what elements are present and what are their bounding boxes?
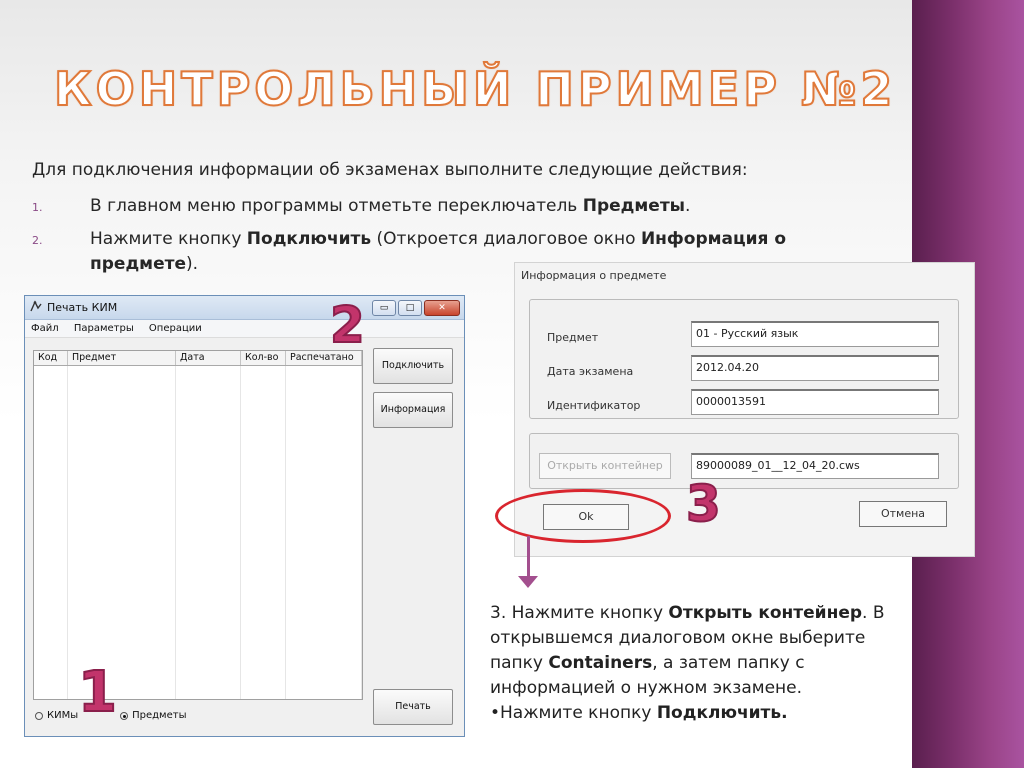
window-menubar: Файл Параметры Операции bbox=[25, 320, 464, 338]
radio-kims-label: КИМы bbox=[47, 710, 79, 721]
col-subject[interactable]: Предмет bbox=[68, 351, 176, 365]
print-button[interactable]: Печать bbox=[373, 689, 453, 725]
pointer-arrow-line bbox=[527, 536, 530, 580]
arrow-down-icon bbox=[518, 576, 538, 588]
radio-subjects[interactable]: Предметы bbox=[120, 710, 186, 721]
subject-field[interactable]: 01 - Русский язык bbox=[691, 321, 939, 347]
radio-kims-indicator bbox=[35, 711, 43, 720]
col-date[interactable]: Дата bbox=[176, 351, 241, 365]
menu-params[interactable]: Параметры bbox=[74, 323, 134, 334]
step-text: . bbox=[685, 196, 691, 216]
identifier-field[interactable]: 0000013591 bbox=[691, 389, 939, 415]
highlight-ellipse bbox=[495, 489, 671, 543]
step-bold: Подключить bbox=[246, 229, 372, 249]
step-bold: Containers bbox=[548, 653, 653, 673]
marker-one: 1 bbox=[77, 659, 118, 726]
step-text: Нажмите кнопку bbox=[90, 229, 247, 249]
dialog-title: Информация о предмете bbox=[521, 269, 667, 282]
step-bold: Предметы bbox=[582, 196, 686, 216]
maximize-button[interactable]: □ bbox=[398, 300, 422, 316]
window-titlebar: Печать КИМ ▭ □ ✕ bbox=[25, 296, 464, 320]
slide-title: КОНТРОЛЬНЫЙ ПРИМЕР №2 bbox=[53, 61, 897, 117]
close-button[interactable]: ✕ bbox=[424, 300, 460, 316]
step-text: •Нажмите кнопку bbox=[490, 703, 657, 723]
step-bold: Открыть контейнер bbox=[668, 603, 863, 623]
info-button[interactable]: Информация bbox=[373, 392, 453, 428]
step-text: ). bbox=[185, 254, 199, 274]
radio-kims[interactable]: КИМы bbox=[35, 710, 78, 721]
intro-text: Для подключения информации об экзаменах … bbox=[32, 160, 748, 180]
radio-subjects-label: Предметы bbox=[132, 710, 187, 721]
container-path-field[interactable]: 89000089_01__12_04_20.cws bbox=[691, 453, 939, 479]
step-3-text: 3. Нажмите кнопку Открыть контейнер. В о… bbox=[490, 601, 910, 726]
step-text: В главном меню программы отметьте перекл… bbox=[90, 196, 583, 216]
menu-file[interactable]: Файл bbox=[31, 323, 59, 334]
window-title: Печать КИМ bbox=[47, 301, 118, 314]
step-text: 3. Нажмите кнопку bbox=[490, 603, 669, 623]
open-container-button[interactable]: Открыть контейнер bbox=[539, 453, 671, 479]
exam-table[interactable]: Код Предмет Дата Кол-во Распечатано bbox=[33, 350, 363, 700]
marker-two: 2 bbox=[329, 295, 366, 355]
step-text: (Откроется диалоговое окно bbox=[371, 229, 641, 249]
exam-date-field[interactable]: 2012.04.20 bbox=[691, 355, 939, 381]
step-number: 2. bbox=[32, 234, 43, 247]
menu-operations[interactable]: Операции bbox=[149, 323, 202, 334]
cancel-button[interactable]: Отмена bbox=[859, 501, 947, 527]
exam-date-label: Дата экзамена bbox=[547, 365, 634, 378]
marker-three: 3 bbox=[685, 474, 722, 534]
minimize-button[interactable]: ▭ bbox=[372, 300, 396, 316]
col-count[interactable]: Кол-во bbox=[241, 351, 286, 365]
identifier-label: Идентификатор bbox=[547, 399, 641, 412]
col-code[interactable]: Код bbox=[34, 351, 68, 365]
step-bold: Подключить. bbox=[656, 703, 788, 723]
step-1: 1. В главном меню программы отметьте пер… bbox=[32, 194, 892, 219]
table-body bbox=[34, 366, 362, 699]
table-header: Код Предмет Дата Кол-во Распечатано bbox=[34, 351, 362, 366]
subject-label: Предмет bbox=[547, 331, 599, 344]
step-number: 1. bbox=[32, 201, 43, 214]
radio-subjects-indicator bbox=[120, 711, 129, 720]
connect-button[interactable]: Подключить bbox=[373, 348, 453, 384]
app-icon bbox=[30, 300, 42, 312]
